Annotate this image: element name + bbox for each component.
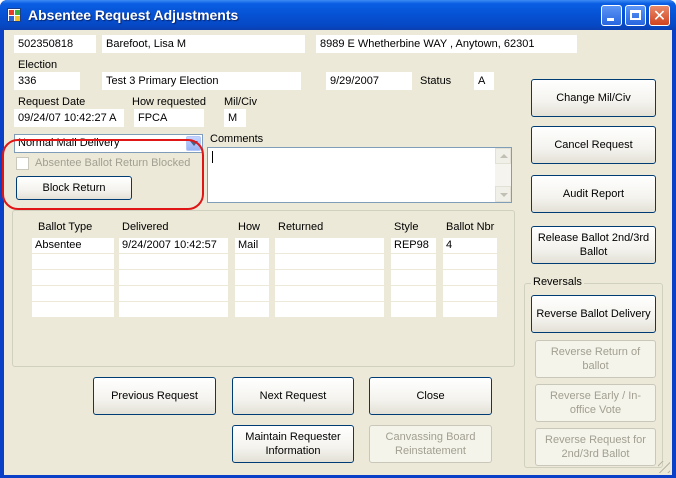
reverse-request-button[interactable]: Reverse Request for 2nd/3rd Ballot xyxy=(535,428,656,466)
change-mil-civ-button[interactable]: Change Mil/Civ xyxy=(531,79,656,117)
ballot-cell[interactable]: REP98 xyxy=(391,238,436,253)
close-button[interactable]: Close xyxy=(369,377,492,415)
comments-textarea[interactable] xyxy=(207,147,512,203)
close-window-button[interactable]: ✕ xyxy=(649,5,670,26)
col-how: How xyxy=(238,221,261,233)
ballot-cell[interactable] xyxy=(275,254,384,269)
scroll-up-icon[interactable] xyxy=(495,148,511,164)
reversals-label: Reversals xyxy=(531,276,584,288)
status-label: Status xyxy=(420,75,452,87)
voter-name-field[interactable]: Barefoot, Lisa M xyxy=(102,35,305,53)
how-requested-field[interactable]: FPCA xyxy=(134,109,204,127)
minimize-button[interactable] xyxy=(601,5,622,26)
ballot-cell[interactable] xyxy=(235,286,269,301)
ballot-cell[interactable] xyxy=(391,270,436,285)
comments-label: Comments xyxy=(210,133,264,145)
col-returned: Returned xyxy=(278,221,324,233)
ballot-cell[interactable]: 9/24/2007 10:42:57 xyxy=(119,238,228,253)
ballot-cell[interactable] xyxy=(275,270,384,285)
col-ballot-type: Ballot Type xyxy=(38,221,93,233)
voter-id-field[interactable]: 502350818 xyxy=(14,35,96,53)
text-caret xyxy=(212,151,213,163)
ballot-cell[interactable] xyxy=(391,302,436,317)
audit-report-button[interactable]: Audit Report xyxy=(531,175,656,213)
election-date-field[interactable]: 9/29/2007 xyxy=(326,72,412,90)
election-name-field[interactable]: Test 3 Primary Election xyxy=(102,72,301,90)
ballot-cell[interactable]: Absentee xyxy=(32,238,114,253)
ballot-cell[interactable] xyxy=(443,254,497,269)
mil-civ-field[interactable]: M xyxy=(224,109,246,127)
reverse-ballot-delivery-button[interactable]: Reverse Ballot Delivery xyxy=(531,295,656,333)
ballot-cell[interactable]: Mail xyxy=(235,238,269,253)
voter-address-field[interactable]: 8989 E Whetherbine WAY , Anytown, 62301 xyxy=(316,35,577,53)
ballot-cell[interactable] xyxy=(235,270,269,285)
election-label: Election xyxy=(18,59,58,71)
maximize-icon xyxy=(630,10,641,20)
app-icon xyxy=(7,8,21,22)
ballot-cell[interactable] xyxy=(119,286,228,301)
ballot-cell[interactable] xyxy=(443,270,497,285)
ballot-cell[interactable] xyxy=(119,302,228,317)
ballot-cell[interactable] xyxy=(275,302,384,317)
ballot-cell[interactable] xyxy=(235,302,269,317)
ballot-cell[interactable] xyxy=(443,286,497,301)
ballot-cell[interactable] xyxy=(235,254,269,269)
how-requested-label: How requested xyxy=(132,96,206,108)
comments-scrollbar[interactable] xyxy=(495,148,511,202)
reverse-return-button[interactable]: Reverse Return of ballot xyxy=(535,340,656,378)
ballot-cell[interactable] xyxy=(443,302,497,317)
ballot-cell[interactable] xyxy=(32,302,114,317)
previous-request-button[interactable]: Previous Request xyxy=(93,377,216,415)
ballot-cell[interactable] xyxy=(32,270,114,285)
ballot-cell[interactable] xyxy=(32,286,114,301)
col-ballot-nbr: Ballot Nbr xyxy=(446,221,495,233)
cancel-request-button[interactable]: Cancel Request xyxy=(531,126,656,164)
ballot-cell[interactable] xyxy=(391,286,436,301)
ballot-cell[interactable] xyxy=(275,286,384,301)
ballot-cell[interactable]: 4 xyxy=(443,238,497,253)
ballot-cell[interactable] xyxy=(391,254,436,269)
next-request-button[interactable]: Next Request xyxy=(232,377,354,415)
release-ballot-button[interactable]: Release Ballot 2nd/3rd Ballot xyxy=(531,226,656,264)
annotation-highlight xyxy=(2,139,204,210)
title-bar[interactable]: Absentee Request Adjustments ✕ xyxy=(0,0,676,30)
resize-grip-icon[interactable] xyxy=(658,461,670,473)
col-style: Style xyxy=(394,221,419,233)
ballot-cell[interactable] xyxy=(119,254,228,269)
reverse-early-vote-button[interactable]: Reverse Early / In-office Vote xyxy=(535,384,656,422)
col-delivered: Delivered xyxy=(122,221,169,233)
close-icon: ✕ xyxy=(652,6,667,25)
maximize-button[interactable] xyxy=(625,5,646,26)
ballot-cell[interactable] xyxy=(275,238,384,253)
request-date-field[interactable]: 09/24/07 10:42:27 A xyxy=(14,109,124,127)
app-window: Absentee Request Adjustments ✕ 502350818… xyxy=(0,0,676,478)
minimize-icon xyxy=(607,18,614,21)
election-code-field[interactable]: 336 xyxy=(14,72,80,90)
maintain-requester-button[interactable]: Maintain Requester Information xyxy=(232,425,354,463)
window-title: Absentee Request Adjustments xyxy=(28,7,239,23)
request-date-label: Request Date xyxy=(18,96,86,108)
scroll-down-icon[interactable] xyxy=(495,186,511,202)
ballot-cell[interactable] xyxy=(119,270,228,285)
ballot-cell[interactable] xyxy=(32,254,114,269)
canvassing-board-button[interactable]: Canvassing Board Reinstatement xyxy=(369,425,492,463)
status-field[interactable]: A xyxy=(474,72,494,90)
mil-civ-label: Mil/Civ xyxy=(224,96,257,108)
form-body: 502350818 Barefoot, Lisa M 8989 E Whethe… xyxy=(2,30,672,475)
